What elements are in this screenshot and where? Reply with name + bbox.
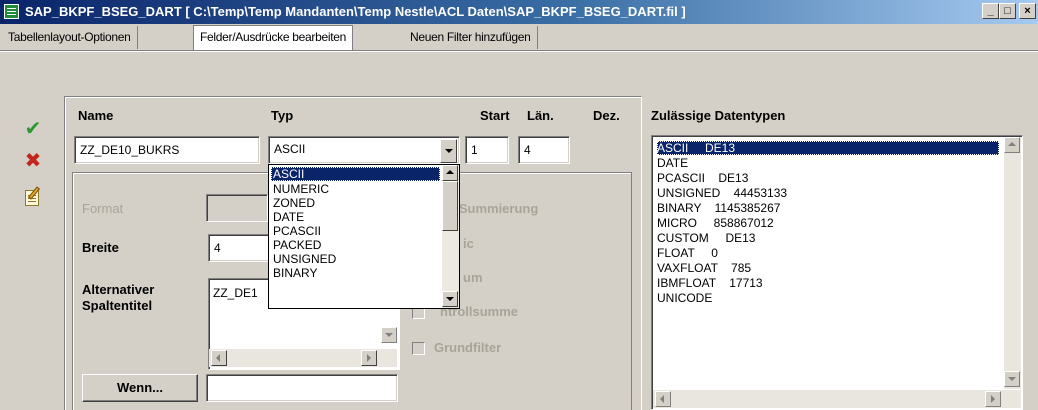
- allowed-type-item[interactable]: CUSTOM DE13: [657, 231, 755, 245]
- allowed-types-list[interactable]: ASCII DE13 DATE PCASCII DE13 UNSIGNED 44…: [651, 135, 1023, 410]
- chevron-right-icon: [991, 395, 995, 403]
- basefilter-checkbox[interactable]: [412, 342, 425, 355]
- tab-divider-highlight: [0, 51, 1038, 52]
- allowed-type-item[interactable]: UNSIGNED 44453133: [657, 186, 787, 200]
- width-label: Breite: [82, 240, 119, 255]
- decimals-label: Dez.: [593, 108, 620, 123]
- scroll-down-button[interactable]: [1004, 371, 1020, 387]
- chevron-left-icon: [660, 395, 664, 403]
- allowed-type-item[interactable]: UNICODE: [657, 291, 712, 305]
- allowed-type-item[interactable]: VAXFLOAT 785: [657, 261, 751, 275]
- type-select[interactable]: ASCII: [268, 136, 460, 164]
- delete-x-icon[interactable]: ✖: [22, 148, 44, 172]
- length-label: Län.: [527, 108, 554, 123]
- alt-title-label-line1: Alternativer: [82, 282, 155, 297]
- dropdown-option[interactable]: DATE: [271, 210, 304, 224]
- format-input: [206, 194, 268, 222]
- dropdown-option[interactable]: ZONED: [271, 196, 315, 210]
- allowed-type-item[interactable]: ASCII DE13: [657, 141, 999, 155]
- chevron-down-icon: [385, 333, 393, 337]
- dropdown-option[interactable]: ASCII: [271, 167, 440, 181]
- chevron-down-icon: [445, 149, 453, 153]
- chevron-right-icon: [367, 354, 371, 362]
- type-label: Typ: [271, 108, 294, 123]
- tab-edit-fields[interactable]: Felder/Ausdrücke bearbeiten: [193, 25, 353, 50]
- scroll-down-button[interactable]: [442, 291, 458, 307]
- name-label: Name: [78, 108, 114, 123]
- length-input[interactable]: 4: [518, 136, 570, 164]
- width-input[interactable]: 4: [208, 234, 270, 262]
- format-label: Format: [82, 201, 124, 216]
- window-title: SAP_BKPF_BSEG_DART [ C:\Temp\Temp Mandan…: [25, 4, 686, 19]
- edit-note-icon[interactable]: [22, 186, 44, 208]
- dropdown-option[interactable]: PACKED: [271, 238, 321, 252]
- tab-bar: Tabellenlayout-Optionen Felder/Ausdrücke…: [0, 25, 1038, 50]
- start-label: Start: [480, 108, 510, 123]
- allowed-type-item[interactable]: IBMFLOAT 17713: [657, 276, 763, 290]
- scroll-left-button[interactable]: [211, 350, 227, 366]
- chevron-up-icon: [446, 170, 454, 174]
- maximize-button[interactable]: □: [999, 3, 1016, 19]
- start-input[interactable]: 1: [465, 136, 509, 164]
- if-condition-input[interactable]: [206, 374, 398, 402]
- type-dropdown-button[interactable]: [440, 139, 457, 163]
- allowed-type-item[interactable]: MICRO 858867012: [657, 216, 774, 230]
- types-hscrollbar[interactable]: [653, 390, 1021, 408]
- scroll-right-button[interactable]: [985, 391, 1001, 407]
- textarea-scroll-down-button[interactable]: [381, 327, 397, 343]
- dropdown-option[interactable]: BINARY: [271, 266, 317, 280]
- table-icon: [4, 4, 19, 19]
- close-button[interactable]: ×: [1019, 3, 1036, 19]
- textarea-hscrollbar[interactable]: [209, 349, 397, 367]
- dropdown-scroll-thumb[interactable]: [442, 181, 458, 231]
- dropdown-scrollbar[interactable]: [442, 165, 459, 308]
- chevron-left-icon: [216, 354, 220, 362]
- chevron-down-icon: [1008, 377, 1016, 381]
- option-3-label: um: [463, 270, 483, 285]
- dropdown-option[interactable]: PCASCII: [271, 224, 321, 238]
- if-condition-button[interactable]: Wenn...: [82, 374, 198, 402]
- type-select-value: ASCII: [274, 142, 306, 156]
- window: SAP_BKPF_BSEG_DART [ C:\Temp\Temp Mandan…: [0, 0, 1038, 410]
- allowed-type-item[interactable]: DATE: [657, 156, 688, 170]
- scroll-right-button[interactable]: [361, 350, 377, 366]
- alt-title-label-line2: Spaltentitel: [82, 298, 153, 313]
- checkmark-icon[interactable]: ✔: [22, 116, 44, 140]
- name-input[interactable]: ZZ_DE10_BUKRS: [74, 136, 260, 164]
- scroll-up-button[interactable]: [442, 165, 458, 181]
- types-vscrollbar[interactable]: [1004, 137, 1021, 389]
- allowed-type-item[interactable]: PCASCII DE13: [657, 171, 748, 185]
- option-2-label: ic: [463, 236, 474, 251]
- allowed-types-label: Zulässige Datentypen: [651, 108, 786, 123]
- basefilter-label: Grundfilter: [434, 340, 502, 355]
- minimize-button[interactable]: _: [982, 3, 999, 19]
- chevron-up-icon: [1008, 142, 1016, 146]
- summation-label: e Summierung: [448, 201, 539, 216]
- allowed-type-item[interactable]: BINARY 1145385267: [657, 201, 780, 215]
- alt-title-value: ZZ_DE1: [213, 286, 258, 300]
- chevron-down-icon: [446, 297, 454, 301]
- tab-add-filter[interactable]: Neuen Filter hinzufügen: [404, 26, 538, 49]
- type-dropdown-list[interactable]: ASCII NUMERIC ZONED DATE PCASCII PACKED …: [268, 164, 460, 309]
- dropdown-option[interactable]: NUMERIC: [271, 182, 329, 196]
- allowed-type-item[interactable]: FLOAT 0: [657, 246, 718, 260]
- title-bar[interactable]: SAP_BKPF_BSEG_DART [ C:\Temp\Temp Mandan…: [0, 0, 1038, 24]
- tab-table-layout[interactable]: Tabellenlayout-Optionen: [2, 26, 138, 49]
- scroll-left-button[interactable]: [655, 391, 671, 407]
- dropdown-option[interactable]: UNSIGNED: [271, 252, 336, 266]
- scroll-up-button[interactable]: [1004, 137, 1020, 153]
